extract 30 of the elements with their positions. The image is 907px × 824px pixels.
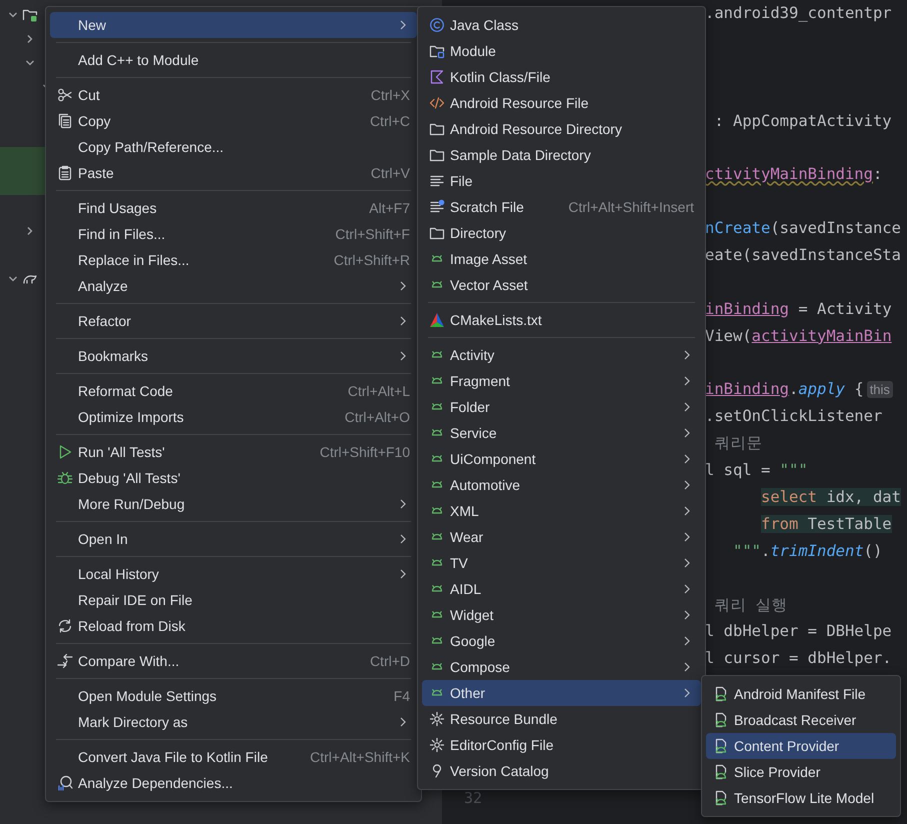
shortcut-text: Ctrl+Alt+O <box>344 409 410 425</box>
code-line: .android39_contentpr <box>705 3 893 24</box>
shortcut-text: Ctrl+Alt+L <box>348 383 410 399</box>
code-line: ctivityMainBinding: <box>705 164 884 186</box>
shortcut-text: Ctrl+D <box>370 653 410 669</box>
shortcut-text: Ctrl+V <box>370 165 410 181</box>
shortcut-text: Ctrl+C <box>370 113 410 129</box>
code-line: l cursor = dbHelper. <box>705 648 893 670</box>
code-line: View(activityMainBin <box>705 326 893 347</box>
code-line: l sql = """ <box>705 460 809 482</box>
shortcut-text: Ctrl+Shift+F <box>335 226 410 242</box>
code-line: select idx, dat <box>760 487 902 508</box>
code-line: """.trimIndent() <box>732 540 884 562</box>
code-line: .setOnClickListener <box>705 406 884 428</box>
shortcut-text: F4 <box>394 688 410 704</box>
shortcut-text: Alt+F7 <box>369 200 410 216</box>
shortcut-text: Ctrl+X <box>370 87 410 103</box>
code-line: eate(savedInstanceSta <box>705 245 902 266</box>
code-line: nCreate(savedInstance <box>705 218 902 240</box>
code-line: : AppCompatActivity <box>713 110 893 132</box>
code-line: inBinding.apply { this <box>705 376 907 404</box>
code-line: 쿼리문 <box>713 433 764 454</box>
shortcut-text: Ctrl+Shift+F10 <box>320 444 410 460</box>
shortcut-text: Ctrl+Alt+Shift+K <box>310 749 410 765</box>
code-line: from TestTable <box>760 514 893 535</box>
code-line: l dbHelper = DBHelpe <box>705 621 893 642</box>
shortcut-text: Ctrl+Shift+R <box>334 252 410 268</box>
shortcut-text: Ctrl+Alt+Shift+Insert <box>568 199 694 215</box>
code-line: inBinding = Activity <box>705 298 893 320</box>
code-line: 쿼리 실행 <box>713 594 789 616</box>
